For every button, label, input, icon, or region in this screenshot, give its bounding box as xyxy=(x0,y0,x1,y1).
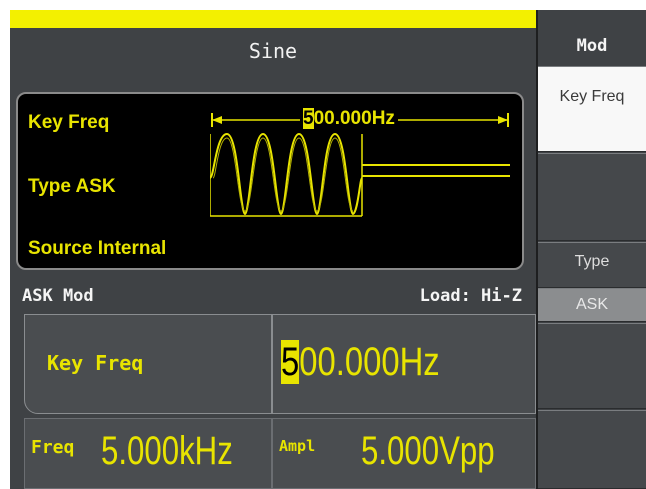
load-label: Load: Hi-Z xyxy=(419,286,522,306)
param-key-freq-label: Key Freq xyxy=(47,351,144,375)
param-edit-cursor-digit: 5 xyxy=(281,340,300,384)
softkey-empty-2[interactable] xyxy=(538,323,646,409)
param-freq-label: Freq xyxy=(31,437,75,458)
ask-waveform xyxy=(210,132,510,217)
param-freq-value: 5.000kHz xyxy=(101,429,233,473)
status-row: ASK Mod Load: Hi-Z xyxy=(10,278,536,314)
source-label: Source Internal xyxy=(28,238,167,259)
key-freq-value: 500.000Hz xyxy=(300,108,398,130)
param-key-freq-value-cell[interactable]: 500.000Hz xyxy=(272,314,536,414)
mod-mode-label: ASK Mod xyxy=(22,286,94,306)
param-key-freq-value: 500.000Hz xyxy=(281,337,440,387)
edit-cursor-digit: 5 xyxy=(303,108,314,129)
waveform-display-panel: Key Freq Type ASK Source Internal 500.00… xyxy=(16,92,524,270)
param-key-freq-label-cell[interactable]: Key Freq xyxy=(24,314,272,414)
key-freq-label: Key Freq xyxy=(28,112,110,133)
param-freq-cell[interactable]: Freq 5.000kHz xyxy=(24,418,272,489)
softkey-type-value-label: ASK xyxy=(575,296,608,313)
softkey-type-value[interactable]: ASK xyxy=(538,288,646,322)
param-ampl-label: Ampl xyxy=(279,437,316,455)
type-label: Type ASK xyxy=(28,176,116,197)
instrument-screen: Sine Key Freq Type ASK Source Internal 5… xyxy=(10,10,646,489)
softkey-empty-1[interactable] xyxy=(538,153,646,241)
sidebar-header: Mod xyxy=(538,28,646,64)
softkey-type[interactable]: Type xyxy=(538,242,646,288)
key-freq-value-rest: 00.000Hz xyxy=(313,108,395,129)
softkey-type-label: Type xyxy=(574,253,610,270)
softkey-empty-3[interactable] xyxy=(538,410,646,489)
waveform-title: Sine xyxy=(248,39,298,63)
softkey-sidebar: Mod Key Freq Type ASK xyxy=(538,10,646,489)
softkey-key-freq-label: Key Freq xyxy=(559,88,625,105)
param-key-freq-value-rest: 00.000Hz xyxy=(299,340,440,384)
softkey-key-freq[interactable]: Key Freq xyxy=(538,66,646,152)
top-status-bar xyxy=(10,10,536,28)
param-ampl-cell[interactable]: Ampl 5.000Vpp xyxy=(272,418,536,489)
param-ampl-value: 5.000Vpp xyxy=(361,429,495,473)
